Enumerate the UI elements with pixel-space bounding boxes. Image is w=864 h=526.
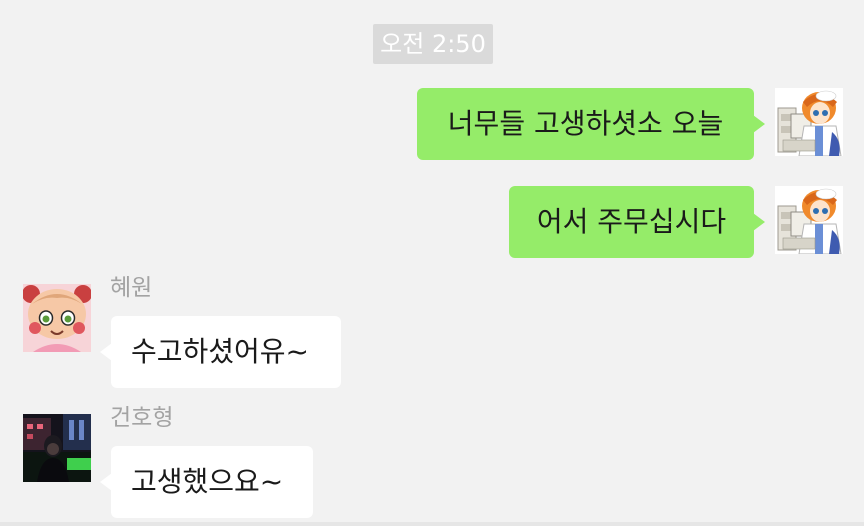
anime-doctor-avatar-icon <box>775 88 843 156</box>
incoming-message-bubble[interactable]: 수고하셨어유~ <box>100 316 341 388</box>
anime-doctor-avatar-icon <box>775 186 843 254</box>
sender-name: 혜원 <box>110 275 153 301</box>
cartoon-girl-avatar-icon <box>23 284 91 352</box>
geonho-avatar[interactable] <box>23 414 91 482</box>
timestamp-badge: 오전 2:50 <box>373 24 493 64</box>
hyewon-avatar[interactable] <box>23 284 91 352</box>
night-photo-avatar-icon <box>23 414 91 482</box>
sender-name: 건호형 <box>110 405 174 431</box>
own-avatar[interactable] <box>775 88 843 156</box>
own-avatar[interactable] <box>775 186 843 254</box>
incoming-message-bubble[interactable]: 고생했으요~ <box>100 446 313 518</box>
outgoing-message-bubble[interactable]: 너무들 고생하셧소 오늘 <box>417 88 765 160</box>
divider <box>0 522 864 526</box>
outgoing-message-bubble[interactable]: 어서 주무십시다 <box>509 186 765 258</box>
